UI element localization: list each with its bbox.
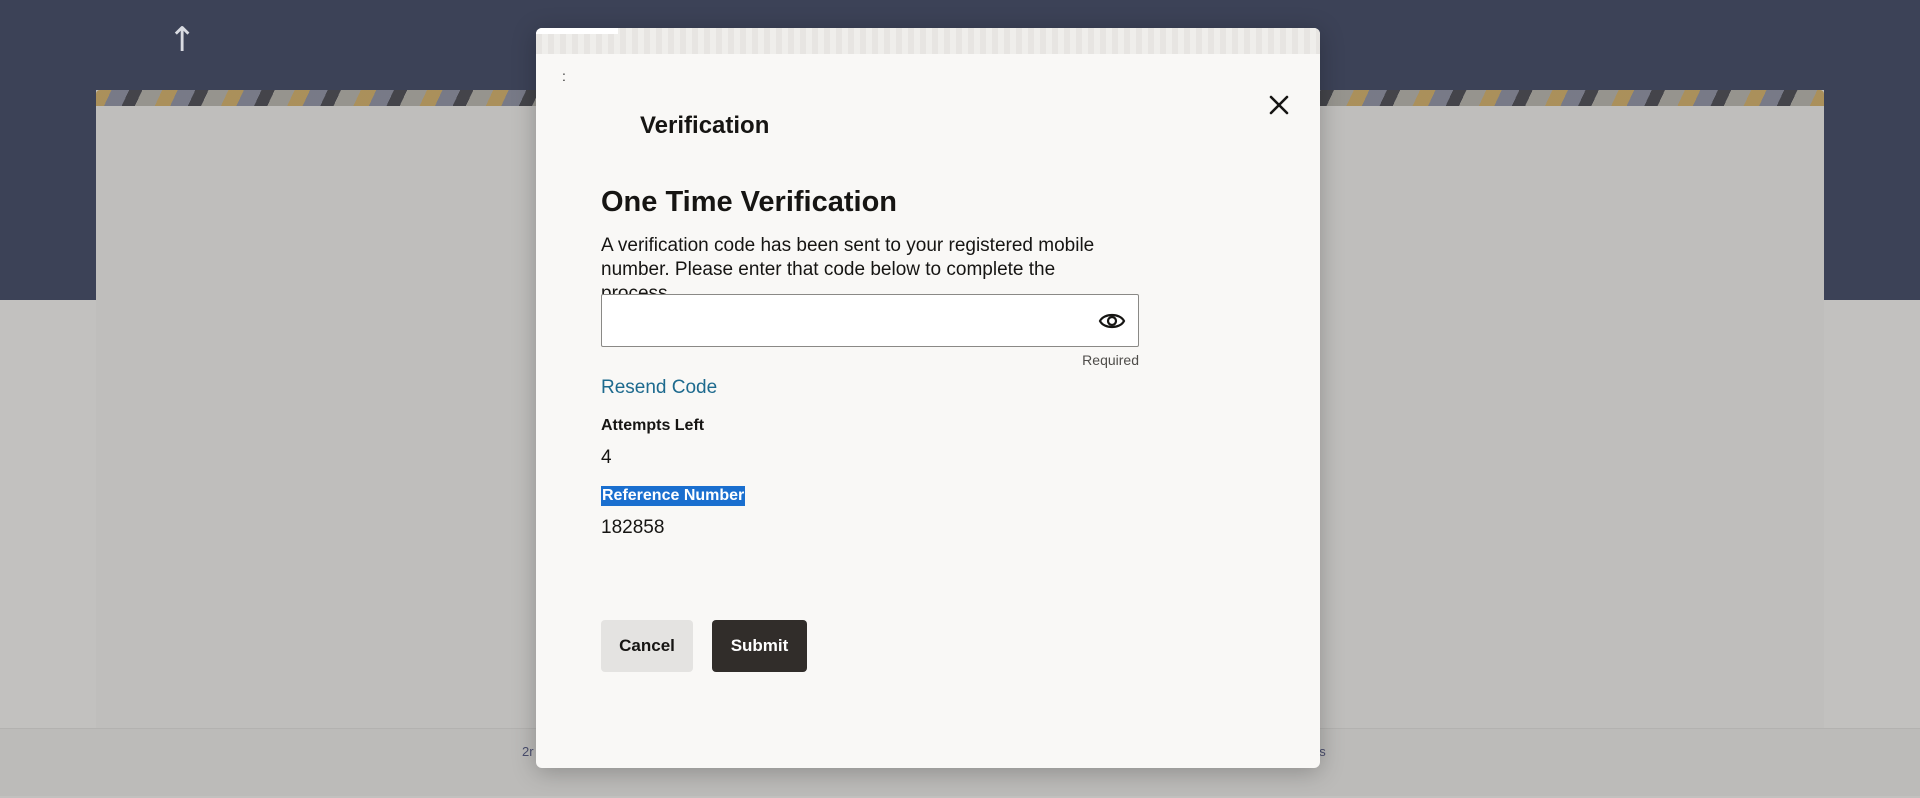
resend-code-link[interactable]: Resend Code <box>601 376 717 400</box>
close-icon <box>1269 95 1289 115</box>
dialog-top-tab <box>536 28 618 34</box>
page-title: One Time Verification <box>601 186 898 218</box>
attempts-left-value: 4 <box>601 447 612 468</box>
close-button[interactable] <box>1266 92 1292 118</box>
dialog-top-band <box>536 28 1320 54</box>
otp-field <box>601 294 1139 347</box>
reference-number-label: Reference Number <box>601 486 746 506</box>
required-helper-text: Required <box>1082 352 1139 368</box>
otp-input[interactable] <box>602 295 1082 346</box>
scroll-up-arrow-icon[interactable]: ↑ <box>168 22 197 58</box>
attempts-left-label: Attempts Left <box>601 417 705 434</box>
eye-icon <box>1098 313 1126 329</box>
show-password-toggle[interactable] <box>1098 308 1126 334</box>
reference-number-value: 182858 <box>601 517 665 538</box>
verification-dialog: : Verification One Time Verification A v… <box>536 28 1320 768</box>
submit-button[interactable]: Submit <box>712 620 807 672</box>
dialog-title: Verification <box>640 112 770 139</box>
cancel-button[interactable]: Cancel <box>601 620 693 672</box>
footer-left-text: 2r <box>522 744 534 759</box>
dialog-handle-dots: : <box>562 68 566 84</box>
